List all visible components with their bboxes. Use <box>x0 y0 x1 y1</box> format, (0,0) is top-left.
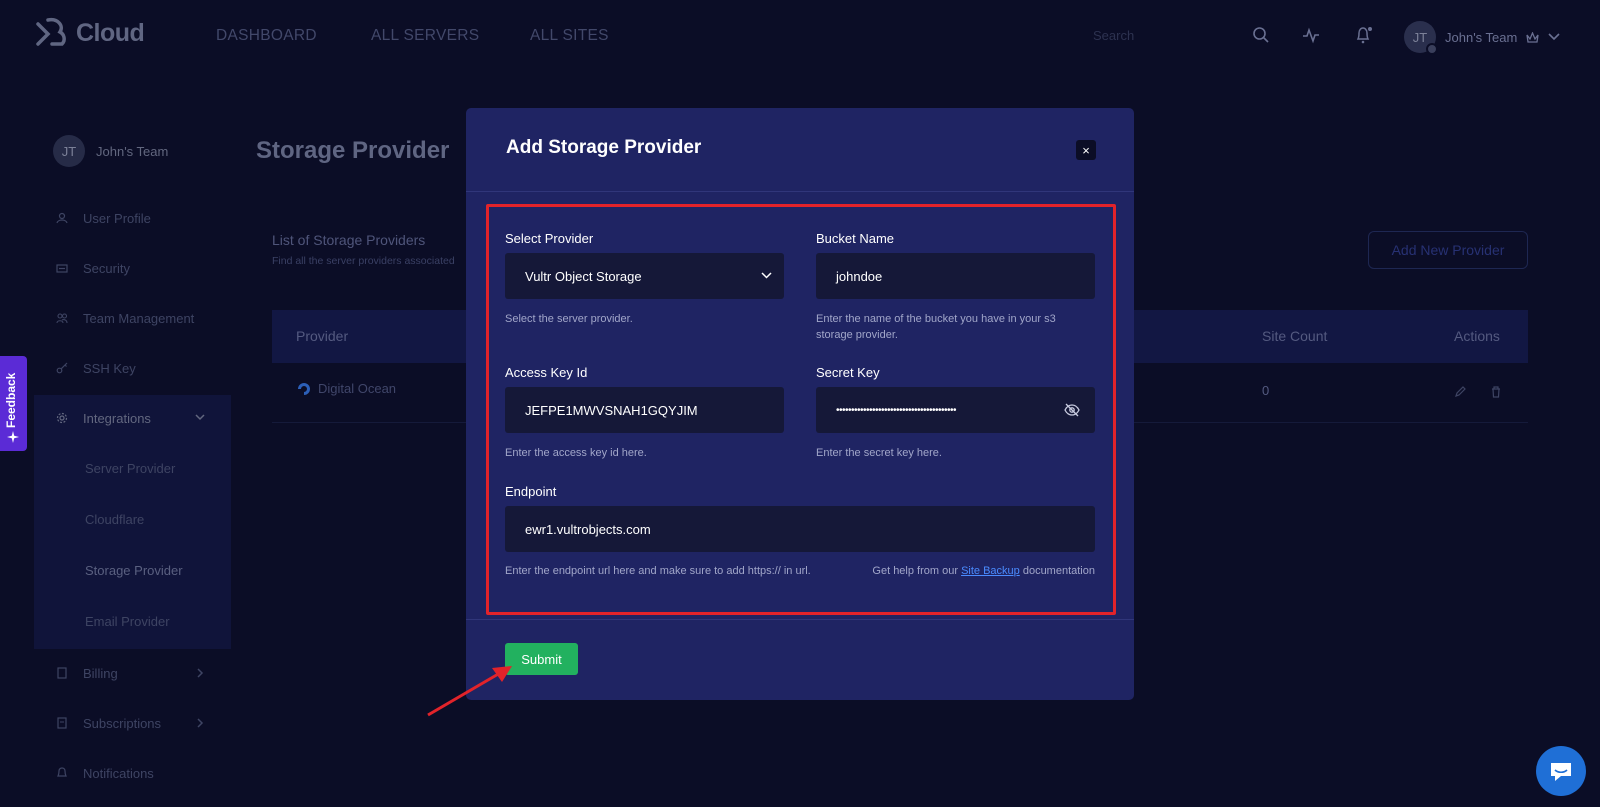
access-key-help: Enter the access key id here. <box>505 447 647 459</box>
secret-key-label: Secret Key <box>816 365 880 380</box>
chat-icon <box>1551 763 1571 781</box>
security-icon <box>56 264 68 273</box>
sidebar-team-name: John's Team <box>96 143 169 159</box>
modal-footer-divider <box>466 619 1134 620</box>
close-button[interactable]: × <box>1076 140 1096 160</box>
brand-name: Cloud <box>76 18 145 47</box>
sidebar-item-user-profile[interactable]: User Profile <box>34 204 231 232</box>
chevron-down-icon <box>761 272 772 279</box>
site-backup-link[interactable]: Site Backup <box>961 565 1020 577</box>
provider-label: Select Provider <box>505 231 594 246</box>
bucket-help: Enter the name of the bucket you have in… <box>816 313 1056 341</box>
sidebar-team: JT John's Team <box>34 135 231 167</box>
bucket-name-input[interactable]: johndoe <box>816 253 1095 299</box>
team-avatar: JT <box>1404 21 1438 55</box>
endpoint-label: Endpoint <box>505 484 557 499</box>
add-new-provider-button[interactable]: Add New Provider <box>1368 231 1528 269</box>
sidebar-item-billing[interactable]: Billing <box>34 659 231 687</box>
sidebar-item-subscriptions[interactable]: Subscriptions <box>34 709 231 737</box>
sidebar-item-team-management[interactable]: Team Management <box>34 304 231 332</box>
sidebar-subitem-storage-provider[interactable]: Storage Provider <box>85 563 183 578</box>
edit-icon[interactable] <box>1454 386 1466 398</box>
secret-key-input[interactable]: •••••••••••••••••••••••••••••••••••••••• <box>816 387 1095 433</box>
key-icon <box>56 362 68 374</box>
add-storage-provider-modal: Add Storage Provider × Select Provider V… <box>466 108 1134 700</box>
top-bar: Cloud DASHBOARD ALL SERVERS ALL SITES Se… <box>0 0 1600 72</box>
list-subtitle: Find all the server providers associated <box>272 255 455 267</box>
crown-icon <box>1526 31 1539 43</box>
site-count: 0 <box>1262 383 1270 398</box>
endpoint-help: Enter the endpoint url here and make sur… <box>505 565 811 577</box>
provider-help: Select the server provider. <box>505 313 633 325</box>
modal-title: Add Storage Provider <box>506 137 702 158</box>
sidebar-subitem-server-provider[interactable]: Server Provider <box>85 461 175 476</box>
gear-icon <box>56 412 68 424</box>
sidebar-item-integrations[interactable]: Integrations <box>34 404 231 432</box>
team-name: John's Team <box>1445 29 1518 45</box>
trash-icon[interactable] <box>1490 386 1502 398</box>
chevron-down-icon <box>195 414 205 421</box>
bell-icon[interactable] <box>1354 26 1374 44</box>
sidebar-item-notifications[interactable]: Notifications <box>34 759 231 787</box>
secret-key-help: Enter the secret key here. <box>816 447 942 459</box>
provider-name: Digital Ocean <box>318 381 397 396</box>
bell-icon <box>57 767 67 777</box>
modal-divider <box>466 191 1134 192</box>
bucket-label: Bucket Name <box>816 231 895 246</box>
sidebar: JT John's Team <box>34 135 231 167</box>
activity-icon[interactable] <box>1302 26 1320 44</box>
chevron-down-icon <box>1548 33 1560 41</box>
billing-icon <box>57 667 67 679</box>
digital-ocean-icon <box>298 383 310 395</box>
list-title: List of Storage Providers <box>272 232 426 248</box>
chevron-right-icon <box>197 718 204 728</box>
team-switcher[interactable]: JT John's Team <box>1404 21 1560 55</box>
access-key-input[interactable]: JEFPE1MWVSNAH1GQYJIM <box>505 387 784 433</box>
annotation-arrow-icon <box>427 666 512 717</box>
nav-all-sites[interactable]: ALL SITES <box>530 27 609 45</box>
page-title: Storage Provider <box>256 137 450 164</box>
sidebar-subitem-cloudflare[interactable]: Cloudflare <box>85 512 144 527</box>
subscriptions-icon <box>57 717 67 729</box>
provider-select[interactable]: Vultr Object Storage <box>505 253 784 299</box>
sidebar-item-ssh-key[interactable]: SSH Key <box>34 354 231 382</box>
feedback-tab[interactable]: Feedback <box>0 356 27 451</box>
chat-button[interactable] <box>1536 746 1586 796</box>
search-icon[interactable] <box>1252 26 1270 44</box>
brand-logo[interactable]: Cloud <box>34 16 145 50</box>
user-icon <box>56 212 68 224</box>
eye-off-icon[interactable] <box>1064 403 1080 417</box>
access-key-label: Access Key Id <box>505 365 588 380</box>
cloud-logo-icon <box>36 17 66 46</box>
column-site-count: Site Count <box>1262 328 1328 344</box>
endpoint-input[interactable]: ewr1.vultrobjects.com <box>505 506 1095 552</box>
team-icon <box>56 313 68 324</box>
column-actions: Actions <box>1454 328 1500 344</box>
column-provider: Provider <box>296 328 349 344</box>
sidebar-subitem-email-provider[interactable]: Email Provider <box>85 614 170 629</box>
sparkle-icon <box>7 431 19 443</box>
chevron-right-icon <box>197 668 204 678</box>
nav-dashboard[interactable]: DASHBOARD <box>216 27 317 45</box>
sidebar-team-avatar: JT <box>53 135 85 167</box>
close-icon: × <box>1082 142 1090 158</box>
sidebar-item-security[interactable]: Security <box>34 254 231 282</box>
documentation-help: Get help from our Site Backup documentat… <box>872 565 1095 577</box>
search-input[interactable]: Search <box>1093 28 1233 43</box>
nav-all-servers[interactable]: ALL SERVERS <box>371 27 479 45</box>
